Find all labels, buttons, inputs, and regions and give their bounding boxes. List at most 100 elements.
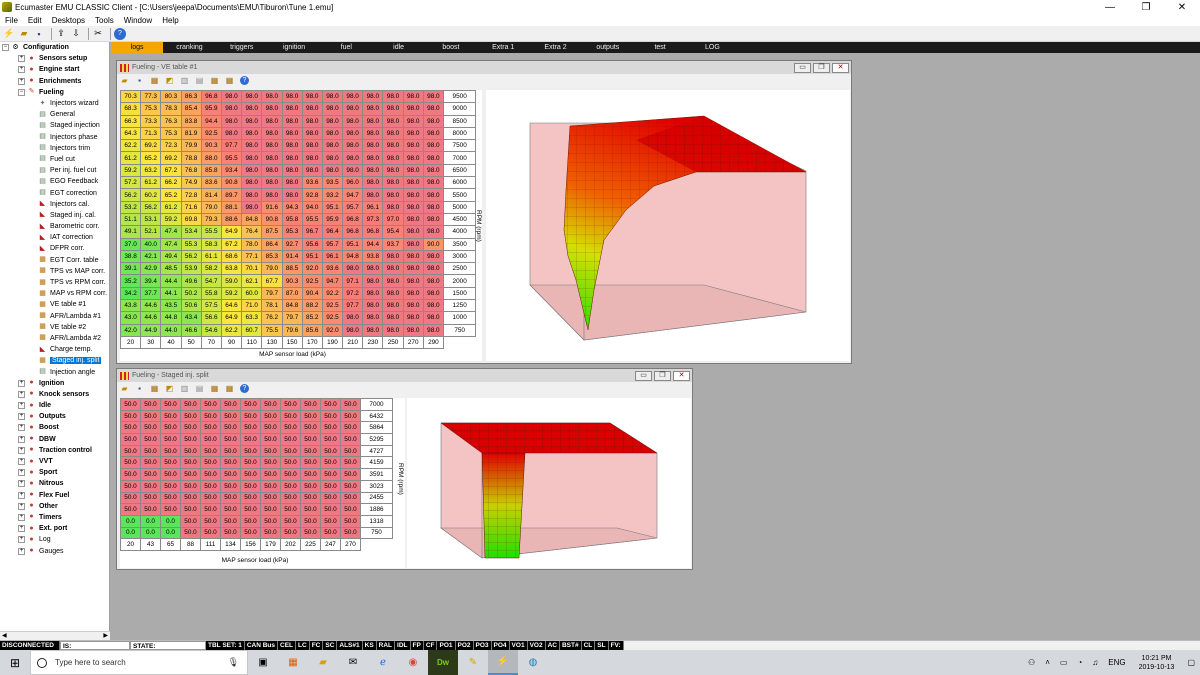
table-cell[interactable]: 98.0 [362,299,384,313]
table-cell[interactable]: 98.0 [342,151,364,165]
table-cell[interactable]: 96.8 [342,225,364,239]
load-axis-cell[interactable]: 111 [200,538,221,551]
table-cell[interactable]: 44.6 [140,299,162,313]
tray-arrow-icon[interactable]: ˄ [1040,658,1055,667]
table-cell[interactable]: 96.8 [200,89,222,104]
table-cell[interactable]: 42.1 [140,249,162,264]
table-cell[interactable]: 98.0 [362,89,384,104]
table-cell[interactable]: 43.8 [119,299,142,313]
table-cell[interactable]: 50.0 [220,433,241,446]
table-cell[interactable]: 50.0 [280,526,301,540]
tab-logs[interactable]: logs [111,42,164,53]
split-window-titlebar[interactable]: Fueling - Staged inj. split ▭ ❐ ✕ [117,369,692,382]
table-cell[interactable]: 63.3 [241,311,263,325]
table-cell[interactable]: 50.0 [120,468,141,481]
table-cell[interactable]: 98.0 [422,212,445,227]
tree-item[interactable]: + ● Boost [0,422,109,433]
table-cell[interactable]: 92.0 [321,323,344,337]
table-cell[interactable]: 96.1 [321,249,344,264]
table-cell[interactable]: 61.2 [140,176,162,190]
table-cell[interactable]: 98.0 [422,102,445,116]
table-cell[interactable]: 62.1 [241,274,263,288]
table-cell[interactable]: 90.8 [220,176,243,190]
table-cell[interactable]: 98.0 [382,176,404,190]
browser-icon[interactable]: ◍ [518,650,548,675]
table-cell[interactable]: 95.1 [321,200,344,214]
tab-extra-1[interactable]: Extra 1 [477,42,529,53]
table-cell[interactable]: 94.7 [321,274,344,288]
table-cell[interactable]: 61.2 [160,200,182,214]
table-cell[interactable]: 50.0 [280,398,301,411]
table-cell[interactable]: 50.0 [180,433,201,446]
table-cell[interactable]: 50.0 [300,444,321,458]
table-cell[interactable]: 50.0 [240,433,261,446]
expand-icon[interactable]: + [18,55,25,63]
table-cell[interactable]: 50.0 [200,479,221,493]
expand-icon[interactable]: + [18,513,25,521]
table-cell[interactable]: 98.0 [382,262,404,276]
table-cell[interactable]: 50.0 [120,456,141,470]
table-cell[interactable]: 50.0 [200,409,221,423]
table-cell[interactable]: 98.0 [261,163,283,178]
table-cell[interactable]: 79.9 [180,139,202,153]
table-cell[interactable]: 59.2 [119,163,142,178]
rpm-axis-cell[interactable]: 5500 [442,188,477,202]
load-axis-cell[interactable]: 179 [260,538,281,551]
expand-icon[interactable]: + [18,469,25,477]
table-cell[interactable]: 76.3 [160,114,182,128]
table-cell[interactable]: 57.2 [119,176,142,190]
expand-icon[interactable]: + [18,402,25,410]
table-cell[interactable]: 98.0 [402,274,424,288]
table-cell[interactable]: 85.3 [261,249,283,264]
table-cell[interactable]: 50.2 [180,286,202,301]
table-cell[interactable]: 85.6 [301,323,323,337]
rpm-axis-cell[interactable]: 4500 [442,212,477,227]
table-cell[interactable]: 84.8 [241,212,263,227]
table-cell[interactable]: 98.0 [241,151,263,165]
table-cell[interactable]: 88.0 [200,151,222,165]
table-cell[interactable]: 50.0 [320,526,341,540]
table-cell[interactable]: 50.0 [320,409,341,423]
table-cell[interactable]: 37.0 [119,237,142,251]
notification-icon[interactable]: ▢ [1182,658,1200,667]
tree-item[interactable]: + ● Traction control [0,445,109,456]
table-cell[interactable]: 43.5 [160,299,182,313]
table-cell[interactable]: 56.2 [140,200,162,214]
table-cell[interactable]: 64.9 [220,311,243,325]
table-cell[interactable]: 60.2 [140,188,162,202]
table-cell[interactable]: 98.0 [402,102,424,116]
tab-boost[interactable]: boost [425,42,477,53]
ve-close-button[interactable]: ✕ [832,62,849,73]
load-axis-cell[interactable]: 65 [160,538,181,551]
expand-icon[interactable]: + [18,413,25,421]
emu-client-taskbar-icon[interactable]: ⚡ [488,650,518,675]
table-cell[interactable]: 98.0 [422,200,445,214]
table-cell[interactable]: 98.0 [342,89,364,104]
table-cell[interactable]: 0.0 [160,514,181,528]
tree-item[interactable]: + ● Other [0,501,109,512]
table-cell[interactable]: 98.0 [402,89,424,104]
table-cell[interactable]: 98.0 [220,102,243,116]
wifi-icon[interactable]: ◔ [1072,658,1087,667]
tree-item[interactable]: + ● Sport [0,467,109,478]
tree-item[interactable]: ▦ VE table #2 [0,322,109,333]
rpm-axis-cell[interactable]: 1318 [360,514,393,528]
load-axis-cell[interactable]: 170 [301,335,323,350]
expand-icon[interactable]: + [18,502,25,510]
table-cell[interactable]: 92.2 [321,286,344,301]
rpm-axis-cell[interactable]: 1000 [442,311,477,325]
table-cell[interactable]: 50.0 [220,514,241,528]
table-cell[interactable]: 94.0 [301,200,323,214]
table-cell[interactable]: 50.0 [240,479,261,493]
table-cell[interactable]: 44.6 [140,311,162,325]
tree-item[interactable]: ▤ Injectors trim [0,143,109,154]
expand-icon[interactable]: + [18,424,25,432]
grid-icon[interactable]: ▦ [150,384,159,393]
tree-item[interactable]: ▦ TPS vs RPM corr. [0,277,109,288]
table-cell[interactable]: 98.0 [402,126,424,141]
table-cell[interactable]: 75.3 [140,102,162,116]
taskbar-clock[interactable]: 10:21 PM 2019-10-13 [1131,654,1183,672]
table-cell[interactable]: 78.8 [180,151,202,165]
table-cell[interactable]: 97.2 [342,286,364,301]
table-cell[interactable]: 50.0 [240,503,261,516]
